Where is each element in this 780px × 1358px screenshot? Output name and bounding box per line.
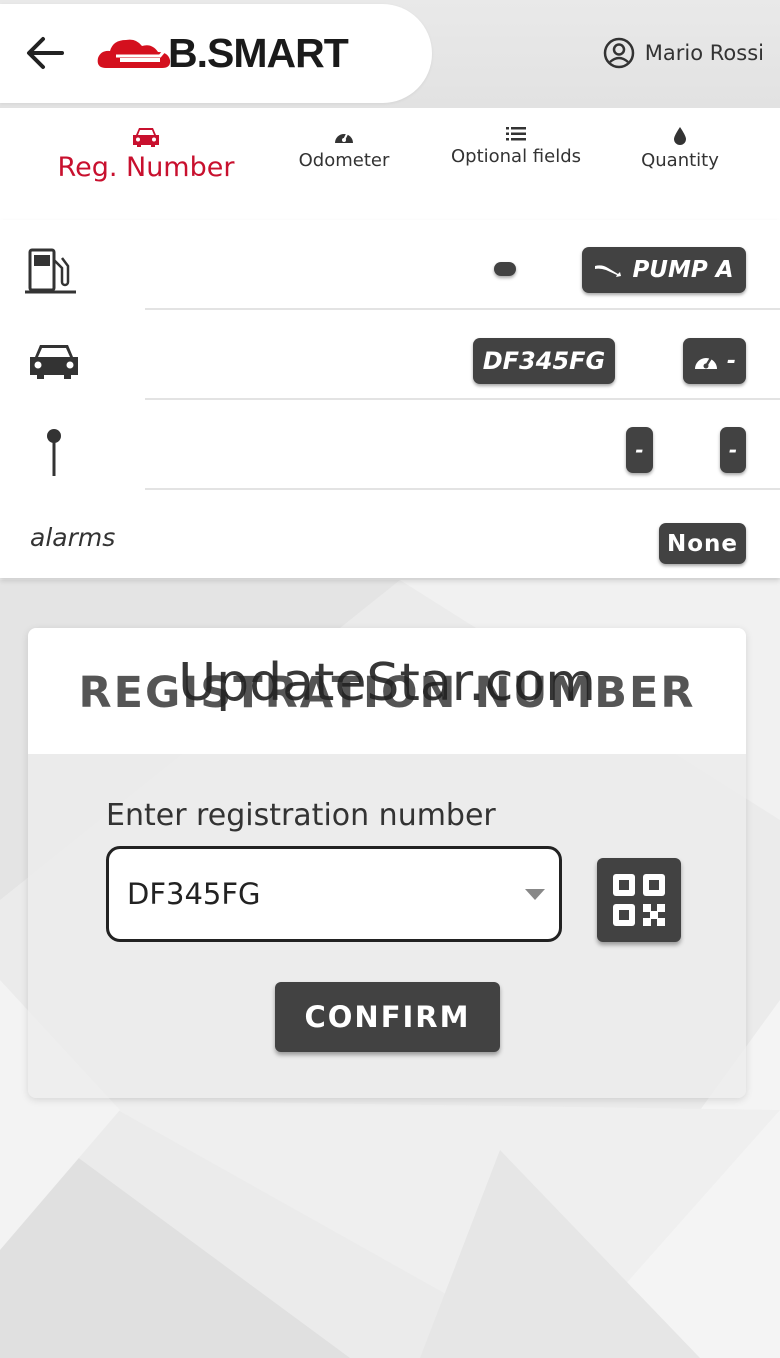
speedometer-icon — [694, 357, 717, 369]
vehicle-plate-chip[interactable]: DF345FG — [473, 338, 615, 384]
registration-value: DF345FG — [127, 877, 261, 911]
card-body: Enter registration number DF345FG CONFIR… — [28, 754, 746, 1098]
tab-label: Optional fields — [450, 146, 582, 167]
pump-row: PUMP A — [0, 220, 780, 310]
user-name: Mario Rossi — [644, 41, 764, 65]
registration-select[interactable]: DF345FG — [106, 846, 562, 942]
pin-icon — [47, 429, 61, 476]
tab-odometer[interactable]: Odometer — [296, 126, 392, 171]
location-row: - - — [0, 400, 780, 490]
user-menu[interactable]: Mario Rossi — [603, 36, 764, 70]
pump-chip[interactable]: PUMP A — [582, 247, 746, 293]
qr-code-icon — [613, 874, 665, 926]
car-icon — [133, 128, 159, 147]
tab-label: Reg. Number — [57, 152, 235, 183]
alarms-label: alarms — [30, 523, 116, 552]
tab-optional-fields[interactable]: Optional fields — [448, 126, 584, 167]
fuel-nozzle-icon — [595, 265, 622, 277]
location-chip-1[interactable]: - — [626, 427, 653, 473]
registration-card: REGISTRATION NUMBER UpdateStar.com Enter… — [28, 628, 746, 1098]
qr-scan-button[interactable] — [597, 858, 681, 942]
location-chip-2[interactable]: - — [720, 427, 746, 473]
car-icon — [30, 345, 78, 379]
vehicle-row: DF345FG - — [0, 310, 780, 400]
odometer-chip[interactable]: - — [683, 338, 746, 384]
drop-icon — [674, 127, 686, 145]
brand-name: B.SMART — [168, 30, 349, 76]
cloud-fuel-logo-icon — [97, 39, 172, 68]
tab-reg-number[interactable]: Reg. Number — [54, 126, 238, 183]
gauge-icon — [335, 131, 353, 143]
transaction-summary: PUMP A DF345FG - - - alarms None — [0, 220, 780, 578]
tab-label: Odometer — [298, 150, 390, 171]
list-icon — [506, 127, 526, 141]
confirm-button[interactable]: CONFIRM — [275, 982, 500, 1052]
vehicle-plate: DF345FG — [482, 347, 606, 375]
odometer-value: - — [726, 348, 737, 374]
arrow-left-icon — [27, 37, 64, 69]
card-header: REGISTRATION NUMBER UpdateStar.com — [28, 628, 746, 754]
tab-label: Quantity — [641, 150, 719, 171]
pump-label: PUMP A — [632, 257, 734, 283]
back-button[interactable] — [22, 30, 68, 76]
user-icon — [603, 37, 635, 69]
brand-logo: B.SMART — [96, 30, 396, 76]
tab-quantity[interactable]: Quantity — [638, 126, 722, 171]
row-divider — [145, 488, 780, 490]
alarms-chip[interactable]: None — [659, 523, 746, 564]
alarms-value: None — [666, 530, 739, 557]
fuel-pump-icon — [25, 248, 76, 294]
card-title: REGISTRATION NUMBER — [78, 668, 696, 718]
pump-indicator[interactable] — [494, 262, 516, 276]
step-tabs: Reg. Number Odometer Optional fields Qua… — [0, 108, 780, 220]
caret-down-icon[interactable] — [525, 889, 545, 900]
registration-field-label: Enter registration number — [106, 798, 496, 833]
